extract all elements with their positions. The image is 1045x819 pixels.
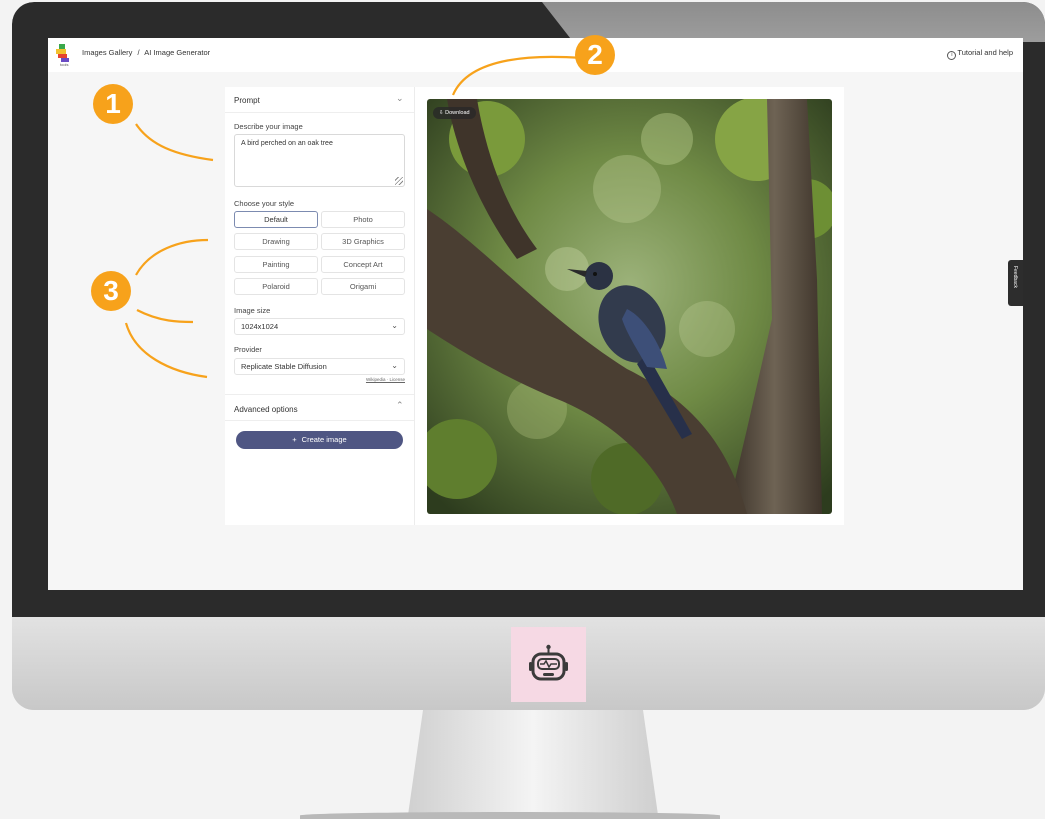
advanced-options-title[interactable]: Advanced options — [234, 405, 298, 414]
chevron-up-icon[interactable]: ⌃ — [396, 400, 404, 411]
feedback-tab[interactable]: Feedback — [1008, 260, 1023, 306]
divider — [225, 112, 414, 113]
prompt-textarea[interactable]: A bird perched on an oak tree — [234, 134, 405, 187]
style-drawing-button[interactable]: Drawing — [234, 233, 318, 250]
style-label: Choose your style — [234, 199, 295, 208]
monitor-stand — [408, 710, 658, 815]
app-logo[interactable] — [56, 44, 70, 62]
style-default-button[interactable]: Default — [234, 211, 318, 228]
provider-select[interactable]: Replicate Stable Diffusion ⌄ — [234, 358, 405, 375]
style-polaroid-button[interactable]: Polaroid — [234, 278, 318, 295]
style-concept-art-button[interactable]: Concept Art — [321, 256, 405, 273]
breadcrumb-current: AI Image Generator — [144, 48, 211, 57]
breadcrumb-separator: / — [137, 48, 140, 57]
download-button[interactable]: ⇩ Download — [433, 107, 476, 119]
chevron-down-icon: ⌄ — [391, 321, 398, 330]
provider-value: Replicate Stable Diffusion — [241, 362, 327, 371]
divider — [225, 394, 414, 395]
feedback-label: Feedback — [1012, 266, 1018, 288]
create-image-button[interactable]: + Create image — [236, 431, 403, 449]
app-logo-text: tools — [60, 62, 69, 67]
image-size-value: 1024x1024 — [241, 322, 279, 331]
style-origami-button[interactable]: Origami — [321, 278, 405, 295]
style-painting-button[interactable]: Painting — [234, 256, 318, 273]
annotation-badge-1: 1 — [93, 84, 133, 124]
generator-form-panel: Prompt ⌄ Describe your image A bird perc… — [225, 87, 415, 525]
prompt-section-title: Prompt — [234, 96, 260, 105]
top-bar: tools Images Gallery / AI Image Generato… — [48, 38, 1023, 72]
provider-links[interactable]: Wikipedia · License — [366, 377, 405, 382]
divider — [225, 420, 414, 421]
generated-image[interactable]: ⇩ Download — [427, 99, 832, 514]
resize-handle-icon[interactable] — [395, 177, 403, 185]
breadcrumb-gallery-link[interactable]: Images Gallery — [82, 48, 132, 57]
style-3d-graphics-button[interactable]: 3D Graphics — [321, 233, 405, 250]
style-photo-button[interactable]: Photo — [321, 211, 405, 228]
create-image-label: Create image — [301, 435, 347, 444]
image-size-label: Image size — [234, 306, 271, 315]
info-icon: i — [947, 51, 957, 60]
app-screen: tools Images Gallery / AI Image Generato… — [48, 38, 1023, 590]
image-size-select[interactable]: 1024x1024 ⌄ — [234, 318, 405, 335]
annotation-badge-2: 2 — [575, 35, 615, 75]
bezel-reflection — [542, 2, 1045, 42]
robot-logo-badge — [511, 627, 586, 702]
breadcrumb: Images Gallery / AI Image Generator — [82, 48, 210, 57]
describe-label: Describe your image — [234, 122, 303, 131]
bird-on-oak-image — [427, 99, 832, 514]
monitor-stand-foot — [300, 812, 720, 819]
plus-icon: + — [292, 435, 297, 444]
help-label: Tutorial and help — [957, 48, 1013, 57]
provider-label: Provider — [234, 345, 262, 354]
chevron-down-icon[interactable]: ⌄ — [396, 93, 404, 104]
annotation-badge-3: 3 — [91, 271, 131, 311]
chevron-down-icon: ⌄ — [391, 361, 398, 370]
image-preview-panel: ⇩ Download — [415, 87, 844, 525]
robot-icon — [529, 644, 568, 681]
tutorial-help-link[interactable]: i Tutorial and help — [947, 48, 1013, 60]
download-label: Download — [445, 110, 470, 116]
